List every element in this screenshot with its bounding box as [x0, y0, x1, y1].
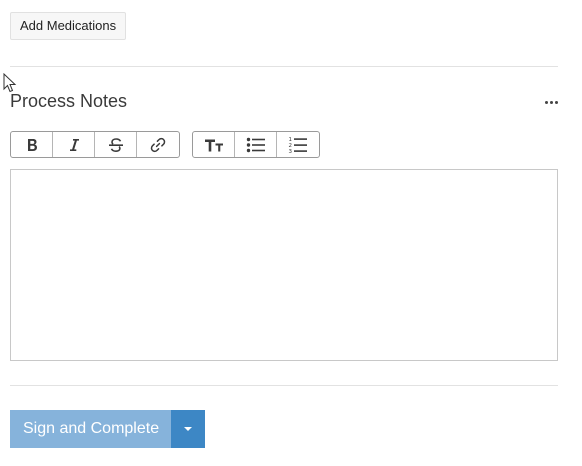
process-notes-editor[interactable]	[10, 169, 558, 361]
ellipsis-dot	[554, 100, 558, 104]
strikethrough-button[interactable]	[95, 132, 137, 157]
mouse-pointer-icon	[3, 73, 17, 93]
divider	[10, 385, 558, 386]
ellipsis-icon	[544, 100, 548, 104]
block-toolbar-group: 1 2 3	[192, 131, 320, 158]
svg-text:3: 3	[289, 149, 293, 154]
link-button[interactable]	[137, 132, 179, 157]
process-notes-title: Process Notes	[10, 91, 128, 111]
heading-button[interactable]	[193, 132, 235, 157]
ellipsis-dot	[549, 100, 553, 104]
italic-icon	[69, 138, 79, 151]
numbered-list-icon: 1 2 3	[289, 137, 307, 154]
bold-icon	[27, 138, 37, 151]
add-medications-button[interactable]: Add Medications	[10, 12, 127, 40]
encounter-form: Add Medications Process Notes 1 2 3 Sign…	[0, 0, 582, 466]
bulleted-list-button[interactable]	[235, 132, 277, 157]
sign-and-complete-group: Sign and Complete	[10, 410, 205, 448]
more-options-button[interactable]	[542, 94, 560, 110]
link-icon	[150, 137, 166, 152]
sign-and-complete-button[interactable]: Sign and Complete	[10, 410, 171, 448]
sign-options-dropdown-button[interactable]	[171, 410, 205, 448]
text-size-icon	[204, 139, 223, 151]
bulleted-list-icon	[246, 137, 265, 152]
caret-down-icon	[184, 427, 192, 431]
format-toolbar-group	[10, 131, 180, 158]
divider	[10, 66, 558, 67]
bold-button[interactable]	[11, 132, 53, 157]
numbered-list-button[interactable]: 1 2 3	[277, 132, 319, 157]
strikethrough-icon	[108, 137, 123, 152]
italic-button[interactable]	[53, 132, 95, 157]
